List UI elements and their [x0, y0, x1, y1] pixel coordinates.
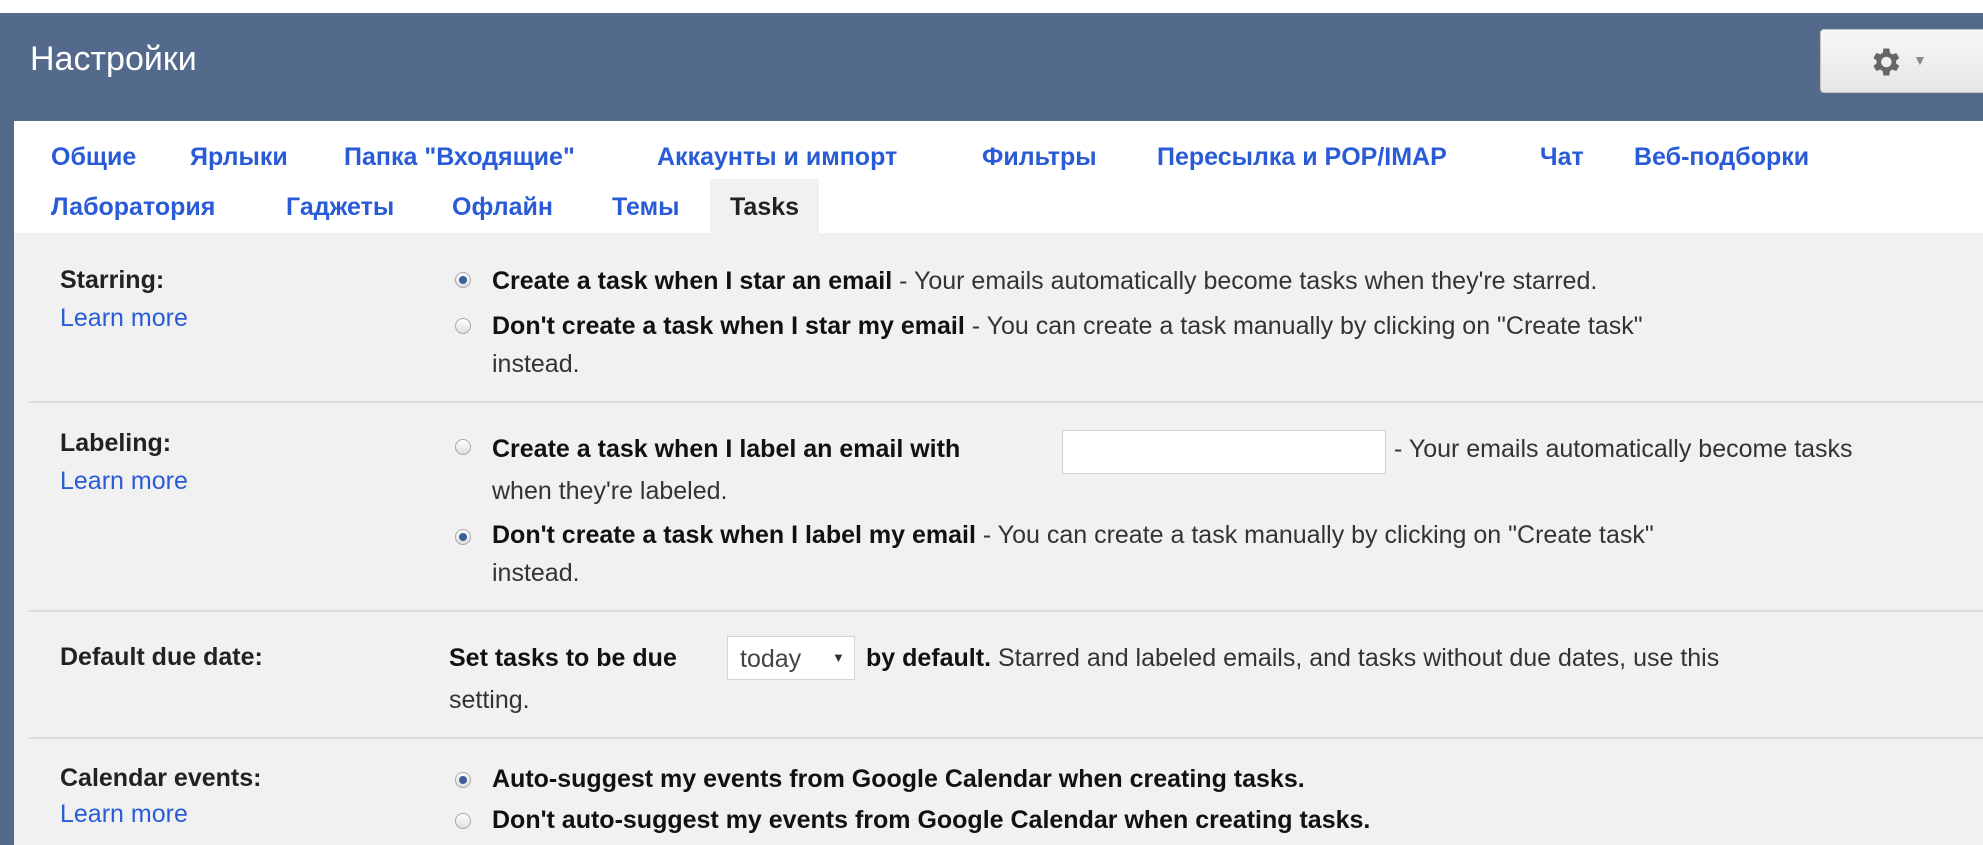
tab-gadgets[interactable]: Гаджеты [286, 193, 394, 222]
label-name-input[interactable] [1062, 430, 1386, 474]
tab-offline[interactable]: Офлайн [452, 193, 553, 222]
starring-option-manual-radio[interactable] [455, 318, 471, 334]
labeling-option-manual-text: Don't create a task when I label my emai… [492, 521, 1654, 549]
calendar-option-suggest-radio[interactable] [455, 772, 471, 788]
starring-option-manual-text: Don't create a task when I star my email… [492, 312, 1643, 340]
caret-down-icon: ▼ [832, 650, 845, 665]
tab-accounts[interactable]: Аккаунты и импорт [657, 143, 897, 172]
labeling-option-create-desc: - Your emails automatically become tasks [1394, 435, 1853, 463]
row-divider [28, 610, 1983, 612]
due-date-select[interactable]: today ▼ [727, 636, 855, 680]
due-date-select-value: today [740, 645, 802, 673]
row-divider [28, 737, 1983, 739]
due-date-post-text: by default. Starred and labeled emails, … [866, 644, 1720, 672]
tab-general[interactable]: Общие [51, 143, 136, 172]
due-date-label: Default due date: [60, 643, 263, 671]
calendar-label: Calendar events: [60, 764, 262, 792]
tab-inbox[interactable]: Папка "Входящие" [344, 143, 575, 172]
calendar-option-nosuggest-radio[interactable] [455, 813, 471, 829]
starring-learn-more-link[interactable]: Learn more [60, 304, 188, 333]
starring-option-create-text: Create a task when I star an email - You… [492, 267, 1598, 295]
tab-filters[interactable]: Фильтры [982, 143, 1097, 172]
row-divider [28, 401, 1983, 403]
due-date-cont: setting. [449, 686, 530, 714]
calendar-option-nosuggest-text: Don't auto-suggest my events from Google… [492, 806, 1371, 834]
settings-menu-button[interactable]: ▼ [1820, 29, 1983, 93]
gear-icon [1873, 48, 1900, 76]
due-date-pre-text: Set tasks to be due [449, 644, 677, 672]
page-title: Настройки [30, 40, 197, 78]
starring-option-manual-cont: instead. [492, 350, 580, 378]
tab-labs[interactable]: Лаборатория [51, 193, 215, 222]
labeling-label: Labeling: [60, 429, 172, 457]
calendar-learn-more-link[interactable]: Learn more [60, 800, 188, 829]
labeling-option-manual-cont: instead. [492, 559, 580, 587]
tab-tasks[interactable]: Tasks [710, 179, 820, 233]
tab-web-clips[interactable]: Веб-подборки [1634, 143, 1809, 172]
starring-option-create-radio[interactable] [455, 272, 471, 288]
tab-chat[interactable]: Чат [1540, 143, 1584, 172]
tab-themes[interactable]: Темы [612, 193, 679, 222]
labeling-learn-more-link[interactable]: Learn more [60, 467, 188, 496]
labeling-option-create-text: Create a task when I label an email with [492, 435, 961, 463]
labeling-option-create-cont: when they're labeled. [492, 477, 728, 505]
calendar-option-suggest-text: Auto-suggest my events from Google Calen… [492, 765, 1305, 793]
labeling-option-manual-radio[interactable] [455, 529, 471, 545]
caret-down-icon: ▼ [1913, 52, 1927, 68]
tab-forwarding[interactable]: Пересылка и POP/IMAP [1157, 143, 1447, 172]
tab-labels[interactable]: Ярлыки [190, 143, 288, 172]
starring-label: Starring: [60, 266, 165, 294]
labeling-option-create-radio[interactable] [455, 439, 471, 455]
